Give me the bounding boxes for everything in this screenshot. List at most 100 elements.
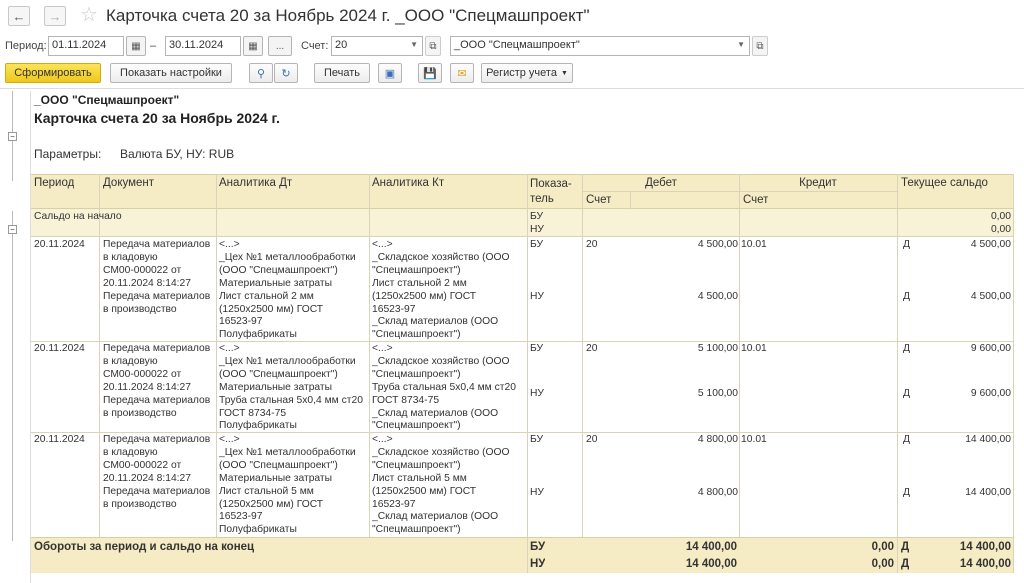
arrow-left-icon: ← xyxy=(12,8,26,24)
forward-button[interactable]: → xyxy=(44,6,66,26)
row-analytics-dt: <...> _Цех №1 металлообработки (ООО "Спе… xyxy=(219,434,356,536)
save-button[interactable]: 💾 xyxy=(418,63,442,83)
show-settings-button[interactable]: Показать настройки xyxy=(110,63,232,83)
col-divider xyxy=(1013,174,1014,573)
row-operation: Передача материалов в производство xyxy=(103,291,211,315)
header-subdivider xyxy=(582,191,897,192)
totals-debit-bu: 14 400,00 xyxy=(685,541,737,553)
open-window-icon: ⧉ xyxy=(429,40,437,52)
account-value: 20 xyxy=(335,39,348,51)
params-value: Валюта БУ, НУ: RUB xyxy=(120,147,235,161)
date-to-input[interactable]: 30.11.2024 xyxy=(165,36,241,56)
col-divider xyxy=(630,191,631,209)
calendar-icon: ▦ xyxy=(131,40,141,52)
totals-balance-dir-nu: Д xyxy=(901,558,910,570)
row-ind-bu: БУ xyxy=(530,434,544,445)
preview-button[interactable]: ▣ xyxy=(378,63,402,83)
totals-balance-nu: 14 400,00 xyxy=(959,558,1011,570)
row-divider xyxy=(31,432,1013,433)
row-balance-bu: 14 400,00 xyxy=(965,434,1011,445)
organization-value: _ООО "Спецмашпроект" xyxy=(454,39,580,51)
col-divider xyxy=(216,174,217,537)
register-label: Регистр учета xyxy=(486,67,557,79)
opening-ind-nu: НУ xyxy=(530,224,544,235)
col-divider xyxy=(369,174,370,537)
totals-credit-nu: 0,00 xyxy=(871,558,894,570)
report-left-border xyxy=(30,91,31,583)
row-ind-nu: НУ xyxy=(530,291,544,302)
col-divider xyxy=(582,174,583,537)
chevron-down-icon: ▼ xyxy=(737,40,745,49)
row-balance-dir-bu: Д xyxy=(903,343,910,354)
open-organization-button[interactable]: ⧉ xyxy=(752,36,768,56)
row-analytics-dt: <...> _Цех №1 металлообработки (ООО "Спе… xyxy=(219,239,356,341)
favorite-star-icon[interactable]: ☆ xyxy=(80,4,98,26)
search-refresh-button[interactable]: ↻ xyxy=(274,63,298,83)
row-debit-account: 20 xyxy=(586,434,598,445)
search-button[interactable]: ⚲ xyxy=(249,63,273,83)
row-document[interactable]: Передача материалов в кладовую СМ00-0000… xyxy=(103,239,210,291)
generate-button[interactable]: Сформировать xyxy=(5,63,101,83)
row-balance-dir-bu: Д xyxy=(903,239,910,250)
row-ind-bu: БУ xyxy=(530,239,544,250)
col-credit-account: Счет xyxy=(743,194,769,206)
open-window-icon: ⧉ xyxy=(756,40,764,52)
row-debit-account: 20 xyxy=(586,239,598,250)
collapse-group-icon[interactable]: − xyxy=(8,132,17,141)
collapse-group-icon[interactable]: − xyxy=(8,225,17,234)
row-document[interactable]: Передача материалов в кладовую СМ00-0000… xyxy=(103,343,210,395)
totals-ind-bu: БУ xyxy=(530,541,546,553)
calendar-from-button[interactable]: ▦ xyxy=(126,36,146,56)
opening-balance-nu: 0,00 xyxy=(990,224,1011,235)
back-button[interactable]: ← xyxy=(8,6,30,26)
row-debit-nu: 5 100,00 xyxy=(697,388,738,399)
col-credit: Кредит xyxy=(799,177,837,189)
report-title: Карточка счета 20 за Ноябрь 2024 г. xyxy=(34,110,280,126)
col-divider xyxy=(99,174,100,537)
row-analytics-kt: <...> _Складское хозяйство (ООО "Спецмаш… xyxy=(372,343,516,432)
col-analytics-kt: Аналитика Кт xyxy=(372,177,445,189)
totals-debit-nu: 14 400,00 xyxy=(685,558,737,570)
print-preview-icon: ▣ xyxy=(384,67,396,80)
totals-label: Обороты за период и сальдо на конец xyxy=(34,541,255,553)
row-balance-nu: 14 400,00 xyxy=(965,487,1011,498)
col-divider xyxy=(739,174,740,537)
totals-credit-bu: 0,00 xyxy=(871,541,894,553)
row-balance-bu: 4 500,00 xyxy=(970,239,1011,250)
row-balance-nu: 9 600,00 xyxy=(970,388,1011,399)
organization-select[interactable]: _ООО "Спецмашпроект" ▼ xyxy=(450,36,750,56)
row-operation: Передача материалов в производство xyxy=(103,486,211,510)
col-divider xyxy=(527,174,528,573)
refresh-icon: ↻ xyxy=(281,67,291,80)
row-ind-bu: БУ xyxy=(530,343,544,354)
row-balance-dir-nu: Д xyxy=(903,388,910,399)
register-dropdown-button[interactable]: Регистр учета ▼ xyxy=(481,63,573,83)
row-period: 20.11.2024 xyxy=(34,434,85,445)
row-analytics-kt: <...> _Складское хозяйство (ООО "Спецмаш… xyxy=(372,434,510,536)
open-account-button[interactable]: ⧉ xyxy=(425,36,441,56)
col-divider xyxy=(897,174,898,573)
row-debit-account: 20 xyxy=(586,343,598,354)
totals-balance-bu: 14 400,00 xyxy=(959,541,1011,553)
col-document: Документ xyxy=(103,177,155,189)
calendar-to-button[interactable]: ▦ xyxy=(243,36,263,56)
row-document[interactable]: Передача материалов в кладовую СМ00-0000… xyxy=(103,434,210,486)
col-debit: Дебет xyxy=(645,177,677,189)
col-analytics-dt: Аналитика Дт xyxy=(219,177,293,189)
row-debit-bu: 4 500,00 xyxy=(697,239,738,250)
account-select[interactable]: 20 ▼ xyxy=(331,36,423,56)
email-button[interactable]: ✉ xyxy=(450,63,474,83)
date-from-input[interactable]: 01.11.2024 xyxy=(48,36,124,56)
chevron-down-icon: ▼ xyxy=(410,40,418,49)
period-select-button[interactable]: ... xyxy=(268,36,292,56)
opening-label: Сальдо на начало xyxy=(34,211,122,222)
row-debit-nu: 4 500,00 xyxy=(697,291,738,302)
row-debit-bu: 4 800,00 xyxy=(697,434,738,445)
report-organization: _ООО "Спецмашпроект" xyxy=(34,93,180,107)
opening-balance-bu: 0,00 xyxy=(990,211,1011,222)
window-title: Карточка счета 20 за Ноябрь 2024 г. _ООО… xyxy=(106,6,590,25)
period-label: Период: xyxy=(5,40,47,52)
row-balance-dir-bu: Д xyxy=(903,434,910,445)
print-button[interactable]: Печать xyxy=(314,63,370,83)
row-analytics-dt: <...> _Цех №1 металлообработки (ООО "Спе… xyxy=(219,343,363,432)
